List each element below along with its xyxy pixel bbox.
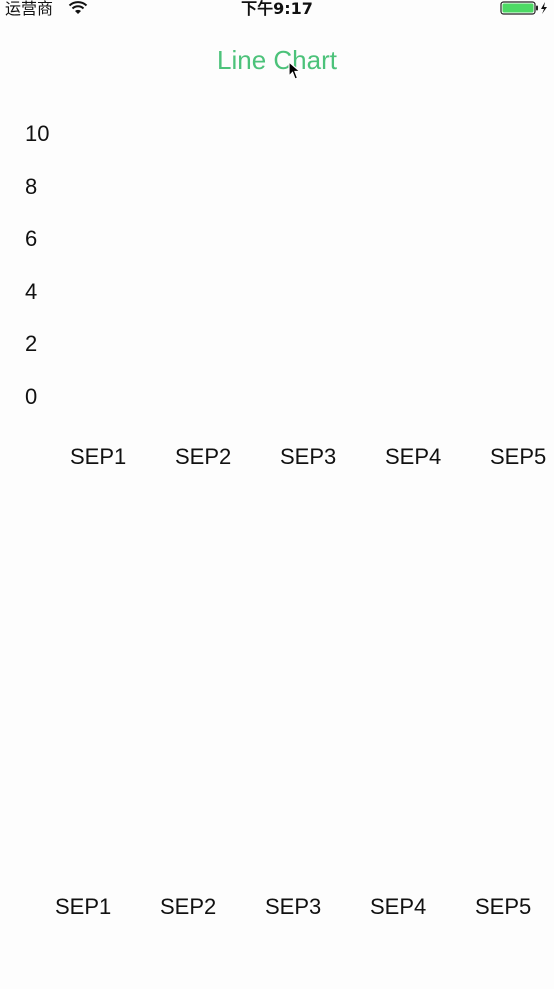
y-tick-label: 2 — [25, 331, 38, 356]
x-tick-label: SEP4 — [370, 894, 427, 919]
y-tick-label: 10 — [25, 121, 50, 146]
x-tick-label: SEP1 — [70, 444, 127, 469]
x-tick-label: SEP1 — [55, 894, 112, 919]
y-tick-label: 8 — [25, 174, 38, 199]
mouse-cursor-icon — [288, 61, 302, 80]
battery-icon — [500, 1, 547, 15]
y-tick-label: 6 — [25, 226, 38, 251]
x-tick-label: SEP4 — [385, 444, 442, 469]
x-tick-label: SEP2 — [175, 444, 232, 469]
y-tick-label: 0 — [25, 384, 38, 409]
x-tick-label: SEP2 — [160, 894, 217, 919]
x-tick-label: SEP5 — [490, 444, 547, 469]
x-tick-label: SEP3 — [280, 444, 337, 469]
x-tick-label: SEP3 — [265, 894, 322, 919]
status-time: 下午9:17 — [241, 0, 313, 18]
y-tick-label: 4 — [25, 279, 38, 304]
status-bar: 运营商 下午9:17 — [0, 0, 554, 20]
page-title: Line Chart — [217, 45, 337, 75]
x-tick-label: SEP5 — [475, 894, 532, 919]
